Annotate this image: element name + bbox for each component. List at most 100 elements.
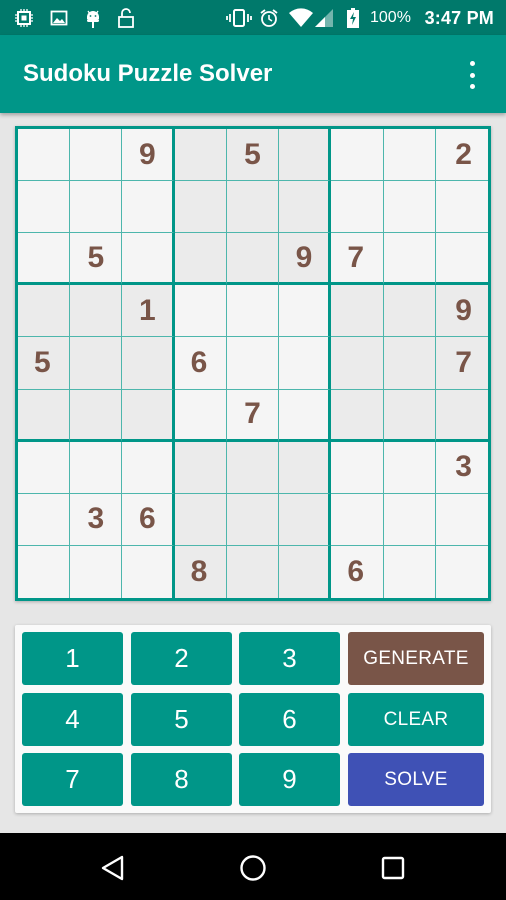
- number-button-4[interactable]: 4: [22, 693, 123, 746]
- sudoku-cell-r7-c4[interactable]: [174, 441, 227, 494]
- sudoku-cell-r3-c1[interactable]: [18, 233, 71, 286]
- sudoku-cell-r2-c5[interactable]: [226, 181, 280, 234]
- sudoku-cell-r4-c1[interactable]: [18, 285, 71, 338]
- sudoku-cell-r1-c5[interactable]: 5: [226, 129, 280, 182]
- sudoku-cell-r4-c2[interactable]: [70, 285, 123, 338]
- number-button-6[interactable]: 6: [239, 693, 340, 746]
- sudoku-cell-r6-c3[interactable]: [122, 389, 175, 442]
- sudoku-cell-r5-c5[interactable]: [226, 337, 280, 390]
- sudoku-cell-r9-c5[interactable]: [226, 545, 280, 598]
- sudoku-cell-r1-c7[interactable]: [331, 129, 384, 182]
- sudoku-cell-r2-c2[interactable]: [70, 181, 123, 234]
- sudoku-cell-r7-c5[interactable]: [226, 441, 280, 494]
- sudoku-cell-r9-c8[interactable]: [383, 545, 436, 598]
- sudoku-cell-r8-c8[interactable]: [383, 493, 436, 546]
- sudoku-cell-r6-c1[interactable]: [18, 389, 71, 442]
- sudoku-cell-r8-c3[interactable]: 6: [122, 493, 175, 546]
- sudoku-cell-r9-c4[interactable]: 8: [174, 545, 227, 598]
- sudoku-cell-r2-c4[interactable]: [174, 181, 227, 234]
- sudoku-cell-r7-c3[interactable]: [122, 441, 175, 494]
- sudoku-grid: 95259719567733686: [18, 129, 488, 598]
- sudoku-cell-r9-c9[interactable]: [435, 545, 488, 598]
- number-button-8[interactable]: 8: [131, 753, 232, 806]
- sudoku-cell-r1-c8[interactable]: [383, 129, 436, 182]
- sudoku-cell-r5-c1[interactable]: 5: [18, 337, 71, 390]
- sudoku-cell-r5-c8[interactable]: [383, 337, 436, 390]
- sudoku-cell-r6-c4[interactable]: [174, 389, 227, 442]
- sudoku-cell-r1-c9[interactable]: 2: [435, 129, 488, 182]
- sudoku-cell-r7-c2[interactable]: [70, 441, 123, 494]
- sudoku-cell-r7-c8[interactable]: [383, 441, 436, 494]
- sudoku-cell-r9-c2[interactable]: [70, 545, 123, 598]
- sudoku-cell-r1-c3[interactable]: 9: [122, 129, 175, 182]
- sudoku-cell-r5-c4[interactable]: 6: [174, 337, 227, 390]
- sudoku-cell-r3-c9[interactable]: [435, 233, 488, 286]
- back-icon[interactable]: [98, 853, 128, 883]
- sudoku-cell-r3-c6[interactable]: 9: [279, 233, 332, 286]
- sudoku-cell-r3-c7[interactable]: 7: [331, 233, 384, 286]
- sudoku-cell-r2-c7[interactable]: [331, 181, 384, 234]
- sudoku-cell-r4-c8[interactable]: [383, 285, 436, 338]
- number-button-5[interactable]: 5: [131, 693, 232, 746]
- sudoku-cell-r8-c9[interactable]: [435, 493, 488, 546]
- solve-button[interactable]: SOLVE: [348, 753, 484, 806]
- sudoku-cell-r4-c6[interactable]: [279, 285, 332, 338]
- clock: 3:47 PM: [424, 8, 494, 28]
- sudoku-cell-r7-c1[interactable]: [18, 441, 71, 494]
- number-button-1[interactable]: 1: [22, 632, 123, 685]
- sudoku-cell-r3-c8[interactable]: [383, 233, 436, 286]
- sudoku-cell-r3-c2[interactable]: 5: [70, 233, 123, 286]
- sudoku-cell-r6-c6[interactable]: [279, 389, 332, 442]
- sudoku-cell-r7-c6[interactable]: [279, 441, 332, 494]
- sudoku-cell-r3-c3[interactable]: [122, 233, 175, 286]
- sudoku-cell-r4-c7[interactable]: [331, 285, 384, 338]
- home-icon[interactable]: [238, 853, 268, 883]
- sudoku-cell-r2-c9[interactable]: [435, 181, 488, 234]
- recents-icon[interactable]: [378, 853, 408, 883]
- sudoku-cell-r4-c4[interactable]: [174, 285, 227, 338]
- sudoku-cell-r2-c1[interactable]: [18, 181, 71, 234]
- sudoku-cell-r1-c1[interactable]: [18, 129, 71, 182]
- sudoku-cell-r4-c9[interactable]: 9: [435, 285, 488, 338]
- sudoku-cell-r8-c5[interactable]: [226, 493, 280, 546]
- sudoku-cell-r1-c2[interactable]: [70, 129, 123, 182]
- sudoku-cell-r2-c3[interactable]: [122, 181, 175, 234]
- sudoku-cell-r7-c7[interactable]: [331, 441, 384, 494]
- sudoku-cell-r8-c2[interactable]: 3: [70, 493, 123, 546]
- sudoku-cell-r4-c3[interactable]: 1: [122, 285, 175, 338]
- number-button-9[interactable]: 9: [239, 753, 340, 806]
- sudoku-cell-r3-c4[interactable]: [174, 233, 227, 286]
- sudoku-cell-r3-c5[interactable]: [226, 233, 280, 286]
- sudoku-cell-r1-c4[interactable]: [174, 129, 227, 182]
- sudoku-cell-r5-c6[interactable]: [279, 337, 332, 390]
- sudoku-cell-r8-c1[interactable]: [18, 493, 71, 546]
- sudoku-cell-r8-c7[interactable]: [331, 493, 384, 546]
- sudoku-cell-r9-c6[interactable]: [279, 545, 332, 598]
- sudoku-cell-r6-c7[interactable]: [331, 389, 384, 442]
- sudoku-cell-r1-c6[interactable]: [279, 129, 332, 182]
- sudoku-cell-r5-c7[interactable]: [331, 337, 384, 390]
- sudoku-cell-r4-c5[interactable]: [226, 285, 280, 338]
- sudoku-cell-r6-c9[interactable]: [435, 389, 488, 442]
- generate-button[interactable]: GENERATE: [348, 632, 484, 685]
- sudoku-cell-r9-c7[interactable]: 6: [331, 545, 384, 598]
- number-button-3[interactable]: 3: [239, 632, 340, 685]
- number-button-2[interactable]: 2: [131, 632, 232, 685]
- sudoku-cell-r2-c8[interactable]: [383, 181, 436, 234]
- sudoku-cell-r7-c9[interactable]: 3: [435, 441, 488, 494]
- more-vert-icon[interactable]: [460, 61, 484, 89]
- sudoku-cell-r5-c3[interactable]: [122, 337, 175, 390]
- sudoku-cell-r8-c6[interactable]: [279, 493, 332, 546]
- sudoku-cell-r6-c8[interactable]: [383, 389, 436, 442]
- sudoku-cell-r9-c1[interactable]: [18, 545, 71, 598]
- sudoku-cell-r6-c5[interactable]: 7: [226, 389, 280, 442]
- clear-button[interactable]: CLEAR: [348, 693, 484, 746]
- sudoku-cell-r9-c3[interactable]: [122, 545, 175, 598]
- battery-charging-icon: [346, 8, 360, 28]
- sudoku-cell-r5-c2[interactable]: [70, 337, 123, 390]
- sudoku-cell-r6-c2[interactable]: [70, 389, 123, 442]
- sudoku-cell-r2-c6[interactable]: [279, 181, 332, 234]
- sudoku-cell-r8-c4[interactable]: [174, 493, 227, 546]
- sudoku-cell-r5-c9[interactable]: 7: [435, 337, 488, 390]
- number-button-7[interactable]: 7: [22, 753, 123, 806]
